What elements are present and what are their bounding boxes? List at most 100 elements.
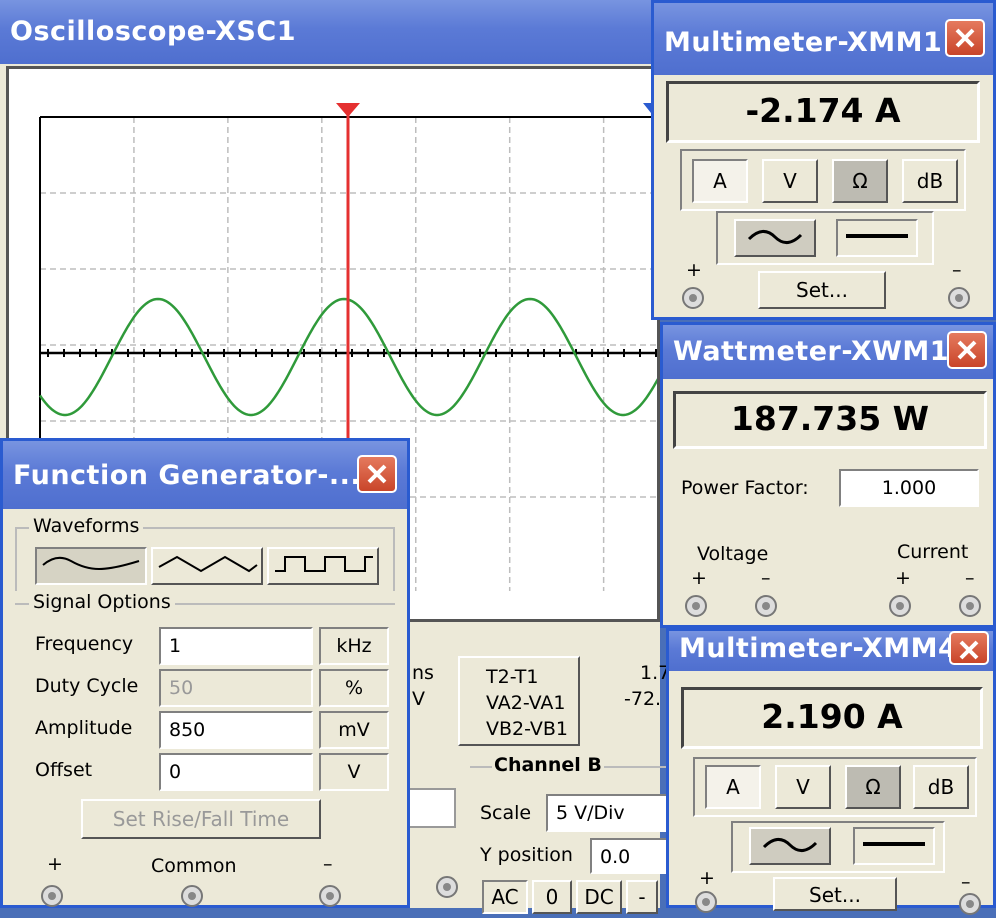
fg-row-label: Duty Cycle <box>35 675 139 697</box>
fg-row-unit[interactable]: kHz <box>319 627 389 665</box>
time-unit-label: ns <box>412 662 434 684</box>
xmm4-minus-terminal[interactable] <box>959 893 981 915</box>
xmm1-mode-ohm-button[interactable]: Ω <box>832 159 888 203</box>
fg-row-unit[interactable]: % <box>319 669 389 707</box>
close-icon <box>955 28 975 48</box>
multimeter-xmm1-close-button[interactable] <box>945 19 985 57</box>
xmm1-dc-button[interactable] <box>836 219 918 257</box>
fg-common-terminal[interactable] <box>181 885 203 907</box>
voltage-plus-terminal[interactable] <box>685 595 707 617</box>
close-icon <box>367 464 387 484</box>
y-position-field[interactable]: 0.0 <box>590 838 676 874</box>
fg-plus-label: + <box>47 853 63 875</box>
waveforms-group: Waveforms <box>15 515 395 591</box>
y-position-label: Y position <box>480 844 573 866</box>
xmm4-mode-ohm-button[interactable]: Ω <box>845 765 901 809</box>
volt-unit-label: V <box>412 688 425 710</box>
fg-row-label: Amplitude <box>35 717 133 739</box>
multimeter-xmm4-title-bar[interactable]: Multimeter-XMM4 <box>669 631 993 671</box>
wattmeter-window: Wattmeter-XWM1 187.735 W Power Factor: 1… <box>660 322 996 628</box>
fg-row-label: Offset <box>35 759 93 781</box>
square-wave-button[interactable] <box>267 547 379 585</box>
ac-coupling-button[interactable]: AC <box>482 880 528 914</box>
power-factor-label: Power Factor: <box>681 477 809 499</box>
set-rise-fall-button[interactable]: Set Rise/Fall Time <box>81 799 321 839</box>
xmm1-plus-terminal[interactable] <box>682 287 704 309</box>
channel-a-field-fragment <box>406 788 456 828</box>
scale-field[interactable]: 5 V/Div <box>546 794 676 832</box>
fg-row-unit[interactable]: mV <box>319 711 389 749</box>
voltage-plus-label: + <box>691 567 707 589</box>
xmm4-mode-v-button[interactable]: V <box>775 765 831 809</box>
voltage-minus-terminal[interactable] <box>755 595 777 617</box>
fg-row-input[interactable]: 0 <box>159 753 313 791</box>
oscilloscope-title: Oscilloscope-XSC1 <box>10 16 296 47</box>
xmm1-plus-label: + <box>686 259 702 281</box>
wattmeter-title-bar[interactable]: Wattmeter-XWM1 <box>663 325 993 379</box>
ac-sine-icon <box>747 230 803 244</box>
xmm4-mode-a-button[interactable]: A <box>705 765 761 809</box>
invert-button[interactable]: - <box>626 880 658 914</box>
fg-plus-terminal[interactable] <box>41 885 63 907</box>
ac-sine-icon <box>762 838 818 852</box>
close-icon <box>957 340 977 360</box>
current-minus-terminal[interactable] <box>959 595 981 617</box>
channel-b-group: Channel B Scale 5 V/Div Y position 0.0 A… <box>470 754 676 918</box>
xmm4-ac-button[interactable] <box>749 827 831 865</box>
multimeter-xmm4-close-button[interactable] <box>949 631 989 665</box>
xmm1-mode-a-button[interactable]: A <box>692 159 748 203</box>
close-icon <box>959 640 979 660</box>
xmm4-set-button[interactable]: Set... <box>773 877 897 911</box>
fg-row-unit[interactable]: V <box>319 753 389 791</box>
xmm4-plus-label: + <box>699 867 715 889</box>
fg-row-input: 50 <box>159 669 313 707</box>
dc-line-icon <box>863 842 925 846</box>
oscilloscope-title-bar[interactable]: Oscilloscope-XSC1 <box>0 0 660 64</box>
xmm1-minus-terminal[interactable] <box>948 287 970 309</box>
current-plus-label: + <box>895 567 911 589</box>
dc-coupling-button[interactable]: DC <box>576 880 622 914</box>
wattmeter-title: Wattmeter-XWM1 <box>673 336 950 367</box>
xmm1-set-button[interactable]: Set... <box>758 271 886 309</box>
vb-diff-label: VB2-VB1 <box>486 718 568 740</box>
triangle-wave-icon <box>158 555 258 573</box>
current-plus-terminal[interactable] <box>889 595 911 617</box>
xmm4-dc-button[interactable] <box>853 827 935 865</box>
t2-t1-label: T2-T1 <box>486 666 539 688</box>
fg-row-input[interactable]: 850 <box>159 711 313 749</box>
zero-coupling-button[interactable]: 0 <box>532 880 572 914</box>
multimeter-xmm1-display: -2.174 A <box>666 81 980 143</box>
cursor-marker <box>336 103 360 117</box>
xmm4-mode-db-button[interactable]: dB <box>913 765 969 809</box>
power-factor-field: 1.000 <box>839 469 979 507</box>
signal-options-label: Signal Options <box>29 591 175 613</box>
multimeter-xmm1-title-bar[interactable]: Multimeter-XMM1 <box>654 3 993 75</box>
function-generator-title-bar[interactable]: Function Generator-... <box>3 441 407 509</box>
function-generator-close-button[interactable] <box>357 455 397 493</box>
sine-wave-icon <box>42 556 140 571</box>
va-diff-label: VA2-VA1 <box>486 692 566 714</box>
scale-label: Scale <box>480 802 532 824</box>
fg-row-label: Frequency <box>35 633 134 655</box>
multimeter-xmm1-window: Multimeter-XMM1 -2.174 A A V Ω dB + – Se… <box>651 0 996 320</box>
xmm1-mode-v-button[interactable]: V <box>762 159 818 203</box>
xmm4-plus-terminal[interactable] <box>695 891 717 913</box>
xmm1-ac-button[interactable] <box>734 219 816 257</box>
cursor-diff-box: T2-T1 VA2-VA1 VB2-VB1 <box>458 656 580 746</box>
voltage-minus-label: – <box>761 567 771 589</box>
signal-trace <box>38 297 657 417</box>
wattmeter-display: 187.735 W <box>673 391 987 449</box>
triangle-wave-button[interactable] <box>151 547 263 585</box>
fg-minus-label: – <box>323 853 333 875</box>
xmm4-minus-label: – <box>961 871 971 893</box>
voltage-label: Voltage <box>697 543 769 565</box>
sine-wave-button[interactable] <box>35 547 147 585</box>
function-generator-title: Function Generator-... <box>13 460 362 491</box>
fg-minus-terminal[interactable] <box>319 885 341 907</box>
wattmeter-close-button[interactable] <box>947 331 987 369</box>
multimeter-xmm4-window: Multimeter-XMM4 2.190 A A V Ω dB + – Set… <box>666 628 996 915</box>
multimeter-xmm4-display: 2.190 A <box>681 687 983 749</box>
fg-row-input[interactable]: 1 <box>159 627 313 665</box>
xmm1-mode-db-button[interactable]: dB <box>902 159 958 203</box>
scope-terminal[interactable] <box>436 876 458 898</box>
